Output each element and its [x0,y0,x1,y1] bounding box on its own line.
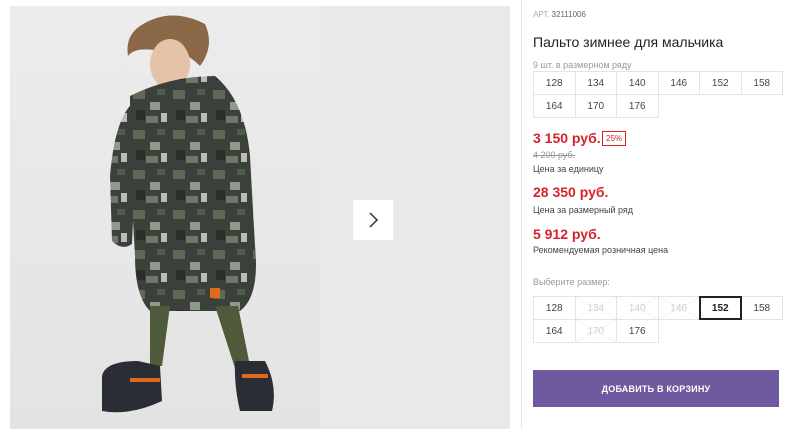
pack-size-grid: 128 134 140 146 152 158 164 170 176 [533,71,783,118]
pack-size-cell: 170 [574,94,617,118]
cross-out-icon [575,320,616,342]
product-gallery [10,6,510,429]
add-to-cart-button[interactable]: ДОБАВИТЬ В КОРЗИНУ [533,370,779,407]
unit-price-label: Цена за единицу [533,164,604,174]
size-option-146[interactable]: 146 [657,296,700,320]
sku-value: 32111006 [551,10,586,19]
product-title: Пальто зимнее для мальчика [533,34,724,50]
cross-out-icon [617,297,658,319]
pack-size-cell: 152 [699,71,742,95]
pack-size-cell: 146 [657,71,700,95]
pack-count: 9 шт. в размерном ряду [533,60,632,70]
chevron-right-icon [369,212,379,228]
pack-size-cell: 134 [574,71,617,95]
old-price: 4 200 руб. [533,150,576,160]
size-option-164[interactable]: 164 [533,319,576,343]
sku-label: АРТ. [533,10,550,19]
size-option-152[interactable]: 152 [699,296,742,320]
next-image-button[interactable] [353,200,393,240]
choose-size-label: Выберите размер: [533,277,610,287]
size-option-176[interactable]: 176 [616,319,659,343]
boy-in-camo-coat-image [102,15,274,413]
size-option-134[interactable]: 134 [574,296,617,320]
product-photo[interactable] [10,6,320,429]
size-selector: 128 134 140 146 152 158 164 170 176 [533,296,783,343]
rrp-price-label: Рекомендуемая розничная цена [533,245,669,255]
cross-out-icon [575,297,616,319]
pack-size-cell: 176 [616,94,659,118]
discount-badge: 25% [602,131,627,146]
size-option-170[interactable]: 170 [574,319,617,343]
vertical-divider [521,0,522,429]
sku-line: АРТ. 32111006 [533,10,586,19]
pack-size-cell: 140 [616,71,659,95]
pack-size-cell: 164 [533,94,576,118]
size-option-140[interactable]: 140 [616,296,659,320]
unit-price: 3 150 руб. [533,130,601,146]
cross-out-icon [658,297,699,319]
range-price: 28 350 руб. [533,184,609,200]
size-option-158[interactable]: 158 [740,296,783,320]
pack-size-cell: 158 [740,71,783,95]
rrp-price: 5 912 руб. [533,226,601,242]
pack-size-cell: 128 [533,71,576,95]
size-option-128[interactable]: 128 [533,296,576,320]
range-price-label: Цена за размерный ряд [533,205,634,215]
